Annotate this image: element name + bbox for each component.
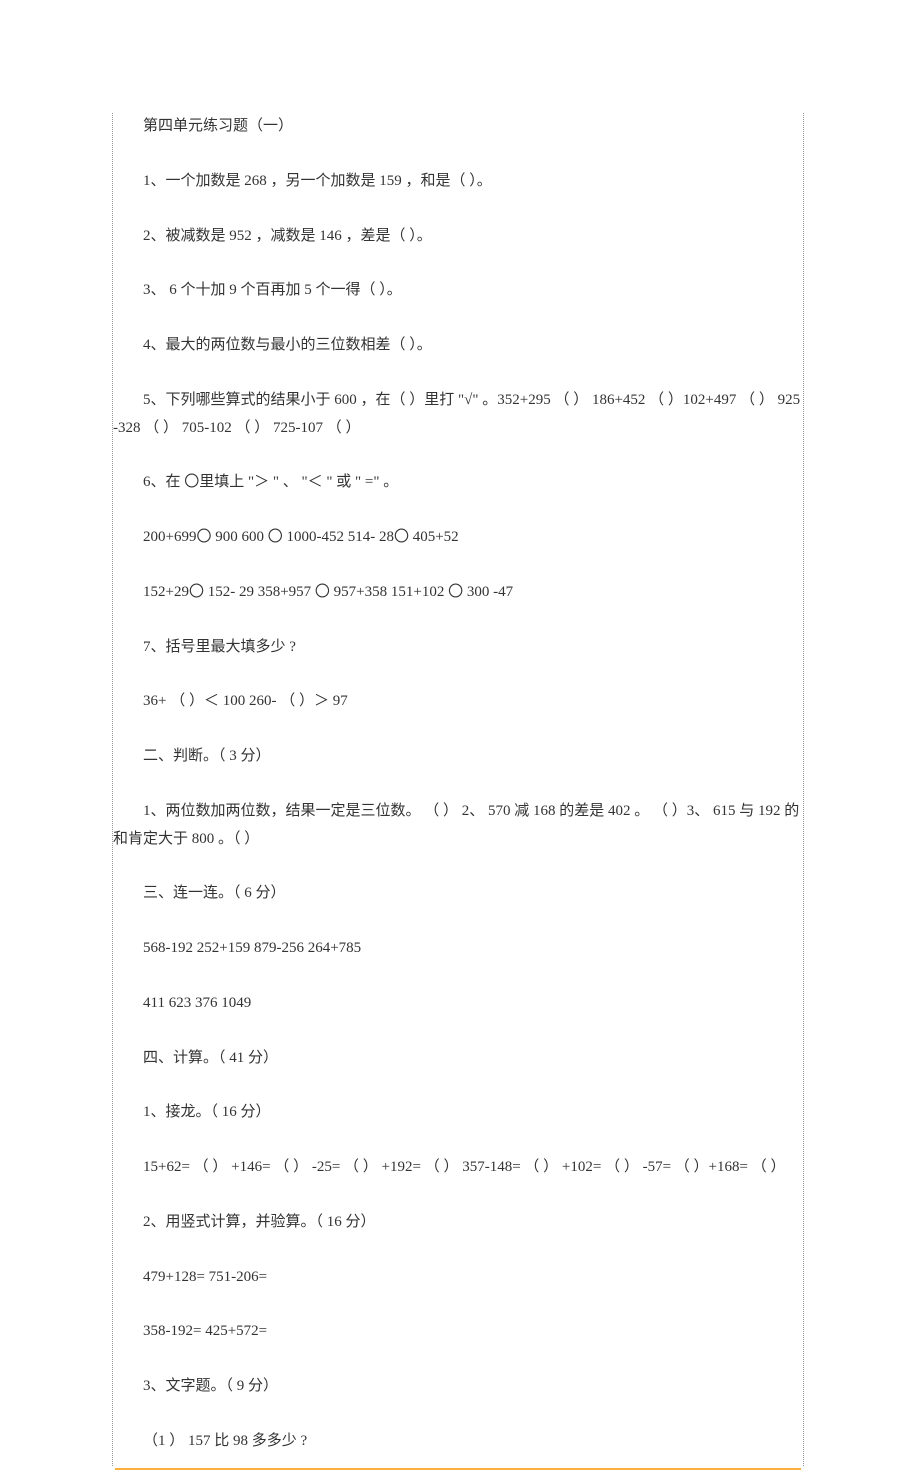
q5-text: 5、下列哪些算式的结果小于 600 ，在（ ）里打 "√" 。352+295 （…	[113, 392, 800, 436]
question-3: 3、 6 个十加 9 个百再加 5 个一得（ ）。	[113, 277, 803, 305]
question-6: 6、在 〇里填上 "＞ " 、 "＜ " 或 " =" 。	[113, 469, 803, 497]
question-2: 2、被减数是 952 ，减数是 146 ，差是（ ）。	[113, 223, 803, 251]
section-2: 二、判断。（ 3 分）	[113, 743, 803, 771]
question-1: 1、一个加数是 268 ，另一个加数是 159 ，和是（ ）。	[113, 168, 803, 196]
sec4q1-text: 1、接龙。（ 16 分）	[143, 1104, 271, 1120]
section-4-q1: 1、接龙。（ 16 分）	[113, 1099, 803, 1127]
q4-text: 4、最大的两位数与最小的三位数相差（ ）。	[143, 337, 432, 353]
q6a-text: 200+699〇 900 600 〇 1000-452 514- 28〇 405…	[143, 529, 459, 545]
title-line: 第四单元练习题（一）	[113, 113, 803, 141]
sec4-text: 四、计算。（ 41 分）	[143, 1050, 278, 1066]
section-4-q2b: 358-192= 425+572=	[113, 1318, 803, 1346]
q6-text: 6、在 〇里填上 "＞ " 、 "＜ " 或 " =" 。	[143, 474, 398, 490]
sec2q1-text: 1、两位数加两位数，结果一定是三位数。 （ ） 2、 570 减 168 的差是…	[113, 803, 799, 847]
sec3-text: 三、连一连。（ 6 分）	[143, 885, 286, 901]
question-6a: 200+699〇 900 600 〇 1000-452 514- 28〇 405…	[113, 524, 803, 552]
sec4q2-text: 2、用竖式计算，并验算。（ 16 分）	[143, 1214, 376, 1230]
q6b-text: 152+29〇 152- 29 358+957 〇 957+358 151+10…	[143, 584, 513, 600]
sec2-text: 二、判断。（ 3 分）	[143, 748, 271, 764]
section-4-q1a: 15+62= （ ） +146= （ ） -25= （ ） +192= （ ） …	[113, 1154, 803, 1182]
q7a-text: 36+ （ ）＜ 100 260- （ ）＞ 97	[143, 693, 348, 709]
section-4: 四、计算。（ 41 分）	[113, 1045, 803, 1073]
sec4q2a-text: 479+128= 751-206=	[143, 1269, 267, 1285]
sec4q3-text: 3、文字题。（ 9 分）	[143, 1378, 278, 1394]
section-4-q2: 2、用竖式计算，并验算。（ 16 分）	[113, 1209, 803, 1237]
section-4-q3: 3、文字题。（ 9 分）	[113, 1373, 803, 1401]
section-2-q1: 1、两位数加两位数，结果一定是三位数。 （ ） 2、 570 减 168 的差是…	[113, 798, 803, 854]
question-6b: 152+29〇 152- 29 358+957 〇 957+358 151+10…	[113, 579, 803, 607]
sec4q2b-text: 358-192= 425+572=	[143, 1323, 267, 1339]
sec4q1a-text: 15+62= （ ） +146= （ ） -25= （ ） +192= （ ） …	[143, 1159, 785, 1175]
document-content: 第四单元练习题（一） 1、一个加数是 268 ，另一个加数是 159 ，和是（ …	[112, 113, 804, 1466]
section-3a: 568-192 252+159 879-256 264+785	[113, 935, 803, 963]
question-5: 5、下列哪些算式的结果小于 600 ，在（ ）里打 "√" 。352+295 （…	[113, 387, 803, 443]
sec4q3a-text: （1 ） 157 比 98 多多少 ?	[143, 1433, 307, 1449]
q1-text: 1、一个加数是 268 ，另一个加数是 159 ，和是（ ）。	[143, 173, 492, 189]
title-text: 第四单元练习题（一）	[143, 118, 293, 134]
sec3a-text: 568-192 252+159 879-256 264+785	[143, 940, 361, 956]
q2-text: 2、被减数是 952 ，减数是 146 ，差是（ ）。	[143, 228, 432, 244]
q7-text: 7、括号里最大填多少 ?	[143, 639, 296, 655]
section-3b: 411 623 376 1049	[113, 990, 803, 1018]
q3-text: 3、 6 个十加 9 个百再加 5 个一得（ ）。	[143, 282, 402, 298]
section-4-q2a: 479+128= 751-206=	[113, 1264, 803, 1292]
sec3b-text: 411 623 376 1049	[143, 995, 251, 1011]
underline-decoration	[115, 1468, 801, 1470]
question-4: 4、最大的两位数与最小的三位数相差（ ）。	[113, 332, 803, 360]
section-3: 三、连一连。（ 6 分）	[113, 880, 803, 908]
question-7: 7、括号里最大填多少 ?	[113, 634, 803, 662]
section-4-q3a: （1 ） 157 比 98 多多少 ?	[113, 1428, 803, 1456]
question-7a: 36+ （ ）＜ 100 260- （ ）＞ 97	[113, 688, 803, 716]
